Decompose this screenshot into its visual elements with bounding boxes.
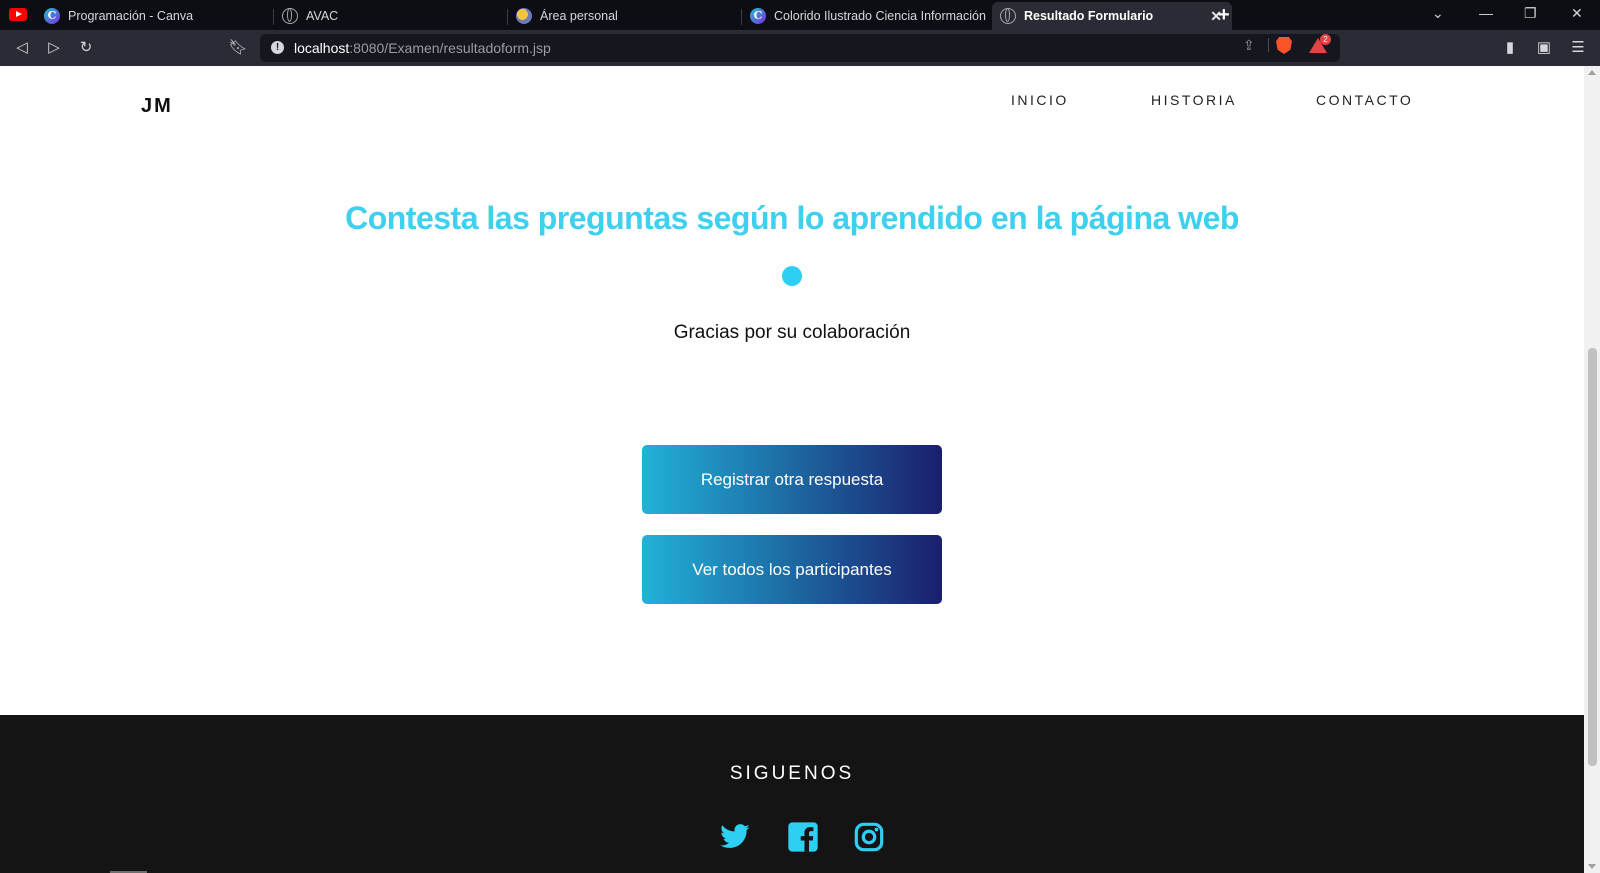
- url-text[interactable]: localhost:8080/Examen/resultadoform.jsp: [294, 40, 551, 56]
- nav-historia[interactable]: HISTORIA: [1151, 92, 1237, 108]
- back-icon[interactable]: ◁: [11, 37, 33, 59]
- register-another-button[interactable]: Registrar otra respuesta: [642, 445, 942, 514]
- wallet-icon[interactable]: ▣: [1533, 37, 1555, 59]
- sidebar-toggle-icon[interactable]: ▮: [1499, 37, 1521, 59]
- scrollbar-thumb[interactable]: [1588, 348, 1597, 766]
- tab-label: Área personal: [540, 9, 618, 23]
- minimize-button[interactable]: —: [1479, 5, 1493, 21]
- facebook-icon[interactable]: [787, 821, 819, 853]
- bookmark-icon[interactable]: 🔖︎: [227, 37, 249, 59]
- nav-inicio[interactable]: INICIO: [1011, 92, 1069, 108]
- url-host: localhost: [294, 40, 350, 56]
- scroll-up-arrow-icon[interactable]: [1588, 70, 1596, 75]
- scroll-down-arrow-icon[interactable]: [1588, 864, 1596, 869]
- instagram-icon[interactable]: [853, 821, 885, 853]
- thanks-message: Gracias por su colaboración: [673, 322, 911, 343]
- share-icon[interactable]: ⇪: [1243, 37, 1255, 54]
- canva-icon: C: [750, 8, 766, 24]
- tab-label: Programación - Canva: [68, 9, 194, 23]
- restore-button[interactable]: ❐: [1524, 5, 1537, 22]
- view-participants-button[interactable]: Ver todos los participantes: [642, 535, 942, 604]
- menu-icon[interactable]: ☰: [1567, 37, 1589, 59]
- youtube-pinned-tab-icon[interactable]: [9, 8, 27, 21]
- close-window-button[interactable]: ✕: [1571, 5, 1583, 22]
- vertical-scrollbar[interactable]: [1584, 66, 1600, 873]
- site-logo[interactable]: JM: [141, 95, 173, 118]
- tab-label: Resultado Formulario: [1024, 9, 1154, 23]
- url-separator: [1268, 38, 1269, 52]
- globe-icon: [282, 8, 298, 24]
- tab-colorido-canva[interactable]: C Colorido Ilustrado Ciencia Información: [742, 2, 992, 30]
- browser-toolbar: ◁ ▷ ↻ 🔖︎ ! localhost:8080/Examen/resulta…: [0, 30, 1600, 66]
- tab-canva-programacion[interactable]: C Programación - Canva: [36, 2, 274, 30]
- tab-label: Colorido Ilustrado Ciencia Información: [774, 9, 986, 23]
- reload-icon[interactable]: ↻: [75, 37, 97, 59]
- moodle-icon: [516, 8, 532, 24]
- tab-label: AVAC: [306, 9, 339, 23]
- tab-resultado-formulario[interactable]: Resultado Formulario ✕: [992, 2, 1232, 30]
- address-bar[interactable]: ! localhost:8080/Examen/resultadoform.js…: [260, 34, 1340, 62]
- page-viewport: JM INICIO HISTORIA CONTACTO Contesta las…: [0, 66, 1584, 873]
- nav-contacto[interactable]: CONTACTO: [1316, 92, 1413, 108]
- new-tab-button[interactable]: +: [1218, 4, 1230, 27]
- globe-icon: [1000, 8, 1016, 24]
- rewards-badge: 2: [1320, 34, 1331, 45]
- tab-strip: C Programación - Canva AVAC Área persona…: [0, 0, 1600, 30]
- site-info-icon[interactable]: !: [271, 41, 284, 54]
- tab-avac[interactable]: AVAC: [274, 2, 508, 30]
- tab-area-personal[interactable]: Área personal: [508, 2, 742, 30]
- decorative-dot: [782, 266, 802, 286]
- footer-title: SIGUENOS: [729, 763, 855, 784]
- twitter-icon[interactable]: [719, 821, 751, 853]
- forward-icon[interactable]: ▷: [43, 37, 65, 59]
- tab-search-chevron-icon[interactable]: ⌄: [1432, 5, 1444, 22]
- page-title: Contesta las preguntas según lo aprendid…: [345, 200, 1239, 236]
- footer: SIGUENOS: [0, 715, 1584, 873]
- url-path: :8080/Examen/resultadoform.jsp: [349, 40, 551, 56]
- canva-icon: C: [44, 8, 60, 24]
